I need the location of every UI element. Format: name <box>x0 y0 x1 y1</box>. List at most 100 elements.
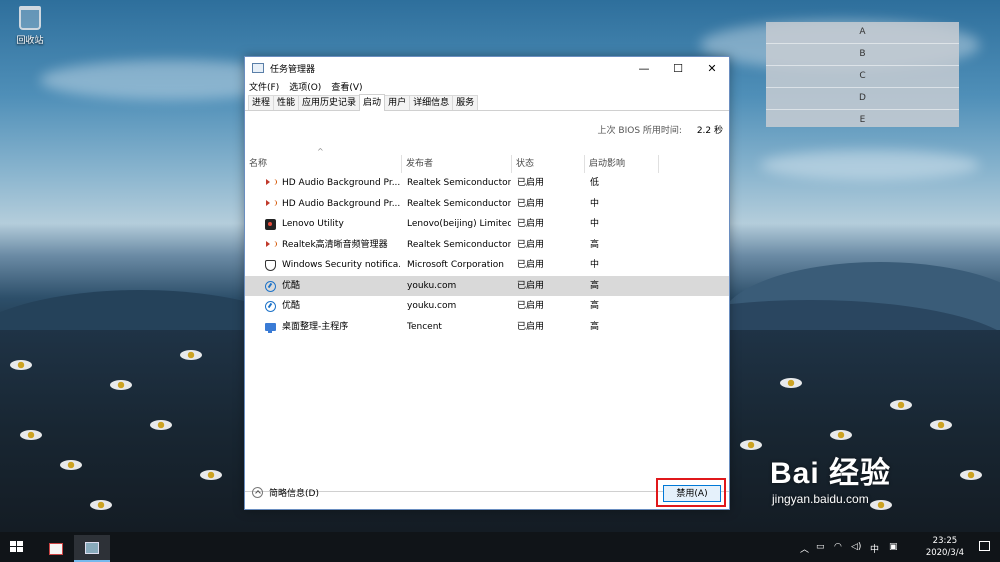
menu-options[interactable]: 选项(O) <box>289 80 321 93</box>
table-row[interactable]: Realtek高清晰音频管理器 Realtek Semiconductor 已启… <box>245 235 729 256</box>
column-header-impact[interactable]: 启动影响 <box>585 155 659 173</box>
input-method-icon[interactable]: ▣ <box>889 542 898 552</box>
row-impact: 中 <box>590 198 600 209</box>
start-button[interactable] <box>10 541 23 553</box>
table-row[interactable]: 桌面整理-主程序 Tencent 已启用 高 <box>245 317 729 338</box>
row-status: 已启用 <box>517 301 545 311</box>
table-row[interactable]: 优酷 youku.com 已启用 高 <box>245 296 729 317</box>
window-title: 任务管理器 <box>270 64 316 75</box>
speaker-icon <box>266 199 277 206</box>
row-publisher: youku.com <box>407 280 457 291</box>
highlight-annotation-box <box>656 478 726 507</box>
task-manager-window: 任务管理器 — ☐ ✕ 文件(F) 选项(O) 查看(V) 进程 性能 应用历史… <box>244 56 730 510</box>
lenovo-icon <box>265 219 276 230</box>
table-row[interactable]: HD Audio Background Pr... Realtek Semico… <box>245 173 729 194</box>
close-button[interactable]: ✕ <box>695 57 729 79</box>
overlay-list-item: C <box>766 66 959 88</box>
row-publisher: Realtek Semiconductor <box>407 198 511 209</box>
row-name: Lenovo Utility <box>282 219 344 229</box>
watermark-main-text: Bai 经验 <box>770 457 892 490</box>
row-status: 已启用 <box>517 321 545 332</box>
taskbar-app-task-manager[interactable] <box>74 535 110 562</box>
taskbar-app-explorer[interactable] <box>38 535 74 562</box>
tab-startup[interactable]: 启动 <box>359 94 386 111</box>
row-status: 已启用 <box>517 239 545 250</box>
row-publisher: youku.com <box>407 301 457 311</box>
row-status: 已启用 <box>517 219 545 229</box>
table-row-selected[interactable]: 优酷 youku.com 已启用 高 <box>245 275 729 296</box>
overlay-list-item: E <box>859 115 866 125</box>
fewer-details-toggle[interactable]: 简略信息(D) <box>252 486 319 499</box>
row-publisher: Tencent <box>407 321 442 332</box>
table-row[interactable]: Lenovo Utility Lenovo(beijing) Limited 已… <box>245 214 729 235</box>
menu-view[interactable]: 查看(V) <box>331 80 362 93</box>
task-manager-icon <box>252 63 264 73</box>
chevron-up-tray-icon[interactable]: ︿ <box>800 542 809 555</box>
title-bar[interactable]: 任务管理器 — ☐ ✕ <box>245 57 729 79</box>
overlay-list-item: B <box>766 44 959 66</box>
overlay-list-item: A <box>766 22 959 44</box>
monitor-icon <box>265 322 276 333</box>
ime-indicator[interactable]: 中 <box>870 542 879 555</box>
battery-icon[interactable]: ▭ <box>816 542 825 552</box>
row-impact: 高 <box>590 280 600 291</box>
menu-bar: 文件(F) 选项(O) 查看(V) <box>245 79 729 93</box>
row-status: 已启用 <box>517 198 545 209</box>
bios-time-value: 2.2 秒 <box>696 126 723 136</box>
row-impact: 中 <box>590 219 600 229</box>
row-name: 优酷 <box>282 301 301 311</box>
row-publisher: Realtek Semiconductor <box>407 178 511 188</box>
row-name: Windows Security notifica... <box>282 260 400 270</box>
tab-services[interactable]: 服务 <box>452 95 479 110</box>
watermark-url: jingyan.baidu.com <box>772 492 869 506</box>
tab-users[interactable]: 用户 <box>384 95 411 110</box>
network-icon[interactable]: ◠ <box>834 542 842 552</box>
youku-icon <box>265 301 276 312</box>
row-publisher: Realtek Semiconductor <box>407 239 511 250</box>
tab-performance[interactable]: 性能 <box>273 95 300 110</box>
minimize-button[interactable]: — <box>627 57 661 79</box>
table-row[interactable]: HD Audio Background Pr... Realtek Semico… <box>245 194 729 215</box>
menu-file[interactable]: 文件(F) <box>249 80 279 93</box>
startup-panel: 上次 BIOS 所用时间: 2.2 秒 ^ 名称 发布者 状态 启动影响 HD … <box>245 111 729 492</box>
task-manager-taskbar-icon <box>85 541 99 554</box>
table-row[interactable]: Windows Security notifica... Microsoft C… <box>245 255 729 276</box>
youku-icon <box>265 280 276 292</box>
baidu-jingyan-watermark: Bai 经验 jingyan.baidu.com <box>770 448 970 506</box>
recycle-bin-desktop-icon[interactable]: 回收站 <box>8 6 52 46</box>
tab-bar: 进程 性能 应用历史记录 启动 用户 详细信息 服务 <box>245 94 729 111</box>
tab-processes[interactable]: 进程 <box>248 95 275 110</box>
taskbar: ︿ ▭ ◠ ◁) 中 ▣ 23:25 2020/3/4 <box>0 532 1000 562</box>
row-name: 优酷 <box>282 280 301 291</box>
row-name: HD Audio Background Pr... <box>282 178 400 188</box>
column-header-name[interactable]: 名称 <box>245 155 402 173</box>
bios-time: 上次 BIOS 所用时间: 2.2 秒 <box>598 123 723 136</box>
speaker-icon <box>266 179 277 185</box>
maximize-button[interactable]: ☐ <box>661 57 695 79</box>
row-status: 已启用 <box>517 280 545 291</box>
row-impact: 高 <box>590 239 600 250</box>
notification-center-icon[interactable] <box>979 541 990 551</box>
shield-icon <box>265 260 276 271</box>
volume-icon[interactable]: ◁) <box>851 542 861 552</box>
row-status: 已启用 <box>517 178 545 188</box>
clock-time: 23:25 <box>932 536 958 546</box>
overlay-list-item: D <box>766 88 959 110</box>
row-publisher: Microsoft Corporation <box>407 260 504 270</box>
row-name: Realtek高清晰音频管理器 <box>282 239 388 250</box>
column-header-status[interactable]: 状态 <box>512 155 585 173</box>
clock[interactable]: 23:25 2020/3/4 <box>926 535 964 559</box>
app-icon <box>49 542 63 555</box>
startup-list: HD Audio Background Pr... Realtek Semico… <box>245 173 729 337</box>
clock-date: 2020/3/4 <box>925 548 964 558</box>
chevron-up-icon <box>252 487 263 498</box>
tab-details[interactable]: 详细信息 <box>409 95 454 110</box>
windows-logo-icon <box>10 541 16 546</box>
row-name: HD Audio Background Pr... <box>282 198 400 209</box>
bios-time-label: 上次 BIOS 所用时间: <box>597 126 682 136</box>
speaker-icon <box>266 240 277 247</box>
column-header-publisher[interactable]: 发布者 <box>402 155 512 173</box>
row-impact: 高 <box>590 301 600 311</box>
row-impact: 中 <box>590 260 600 270</box>
tab-app-history[interactable]: 应用历史记录 <box>298 95 361 110</box>
